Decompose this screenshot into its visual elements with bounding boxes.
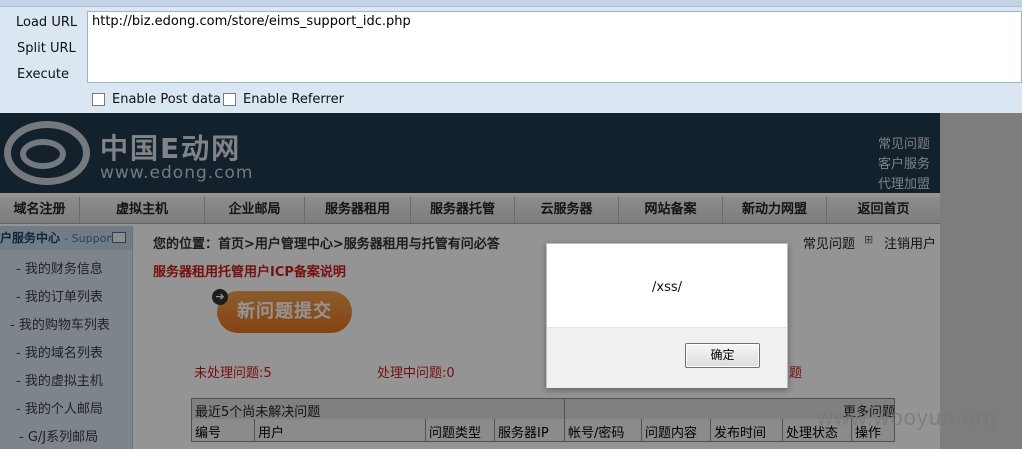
- ok-button[interactable]: 确定: [685, 343, 760, 368]
- alert-dialog: /xss/ 确定: [546, 243, 788, 388]
- checkbox-label: Enable Post data: [112, 92, 222, 107]
- hackbar-panel: Load URL Split URL Execute http://biz.ed…: [0, 0, 1022, 113]
- split-url-button[interactable]: Split URL: [0, 37, 86, 59]
- checkbox-label: Enable Referrer: [243, 92, 344, 107]
- load-url-button[interactable]: Load URL: [0, 11, 82, 33]
- hackbar-toolbar-strip: [0, 0, 1022, 7]
- alert-footer: 确定: [547, 327, 787, 388]
- modal-overlay: [0, 113, 1022, 449]
- checkbox-box[interactable]: [223, 93, 236, 106]
- enable-post-data-checkbox[interactable]: Enable Post data: [92, 92, 221, 107]
- execute-button[interactable]: Execute: [0, 63, 86, 85]
- watermark: www.wooyun.org: [817, 405, 998, 430]
- enable-referrer-checkbox[interactable]: Enable Referrer: [223, 92, 344, 107]
- url-textarea[interactable]: http://biz.edong.com/store/eims_support_…: [87, 11, 1022, 83]
- checkbox-box[interactable]: [92, 93, 105, 106]
- alert-message: /xss/: [652, 280, 682, 295]
